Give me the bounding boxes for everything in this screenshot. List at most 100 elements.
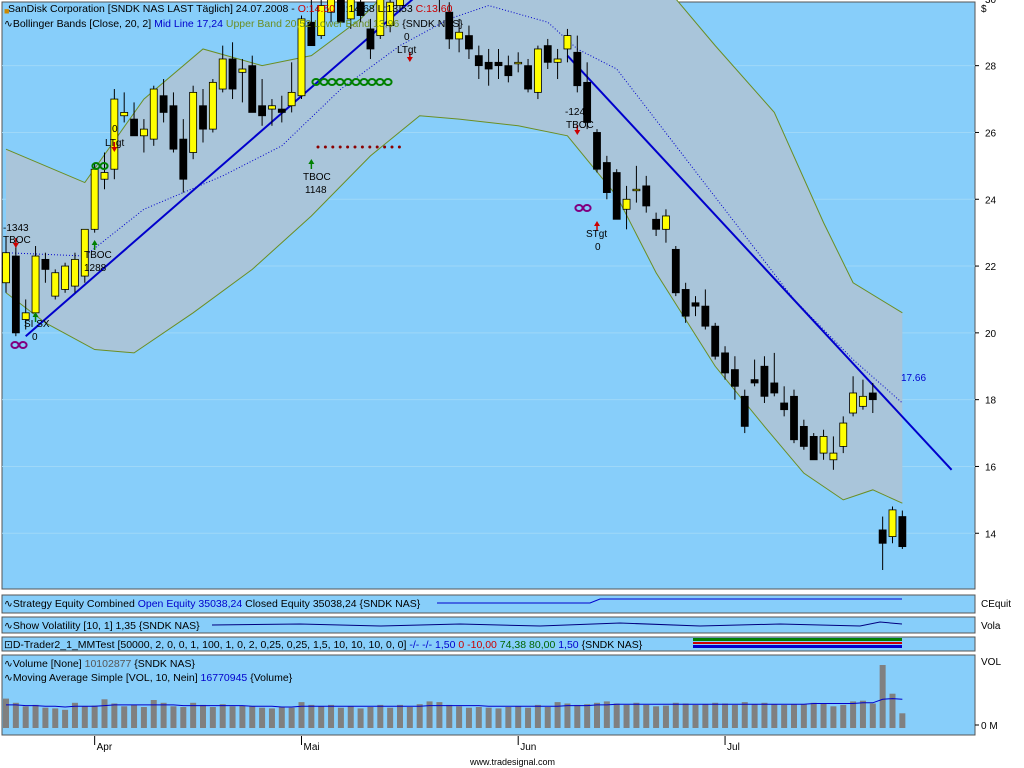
volume-bar-5 <box>52 708 59 728</box>
ytick-label-22: 22 <box>985 262 997 273</box>
candle-20 <box>199 105 207 130</box>
candle-72 <box>711 325 720 357</box>
candle-53 <box>524 65 532 90</box>
ann-tboc2-value: 1288 <box>84 263 107 274</box>
candle-49 <box>484 61 493 70</box>
candle-9 <box>90 168 99 230</box>
candle-79 <box>780 402 789 411</box>
candle-37 <box>366 28 375 50</box>
volume-bar-63 <box>623 704 630 728</box>
ytick-label-18: 18 <box>985 396 997 407</box>
volume-bar-37 <box>367 707 374 728</box>
volume-bar-13 <box>131 704 138 728</box>
volume-bar-29 <box>288 707 295 728</box>
equity-axis-label: CEquit <box>981 599 1011 610</box>
volume-bar-75 <box>741 702 748 728</box>
volume-bar-40 <box>397 704 403 728</box>
candle-70 <box>691 302 700 307</box>
volume-bar-31 <box>308 704 315 728</box>
volume-bar-71 <box>702 704 709 728</box>
footer-url: www.tradesignal.com <box>469 757 555 767</box>
month-label-Jul: Jul <box>727 742 740 753</box>
volume-bar-89 <box>879 665 886 728</box>
candle-4 <box>41 258 50 270</box>
candle-15 <box>149 88 158 140</box>
volume-bar-33 <box>328 704 335 728</box>
volume-bar-76 <box>751 704 758 728</box>
month-label-Jun: Jun <box>520 742 536 753</box>
volume-bar-41 <box>406 707 413 728</box>
stop-dot-4 <box>346 145 350 149</box>
candle-51 <box>504 65 513 77</box>
ann-stgt: STgt <box>586 229 607 240</box>
volume-bar-20 <box>200 704 206 728</box>
stop-dot-1 <box>323 145 327 149</box>
volume-bar-48 <box>475 707 482 728</box>
volume-bar-22 <box>219 704 226 728</box>
candle-10 <box>100 172 109 180</box>
volume-bar-36 <box>357 708 364 728</box>
volume-bar-64 <box>633 702 640 728</box>
volume-bar-91 <box>899 713 906 728</box>
volume-bar-74 <box>731 704 738 728</box>
volume-bar-51 <box>505 707 512 728</box>
volume-bar-84 <box>830 706 837 728</box>
candle-27 <box>268 105 276 110</box>
candle-61 <box>602 162 611 193</box>
candle-89 <box>878 529 887 544</box>
volume-bar-57 <box>564 703 571 728</box>
stop-dot-6 <box>360 145 364 149</box>
candle-24 <box>238 68 247 73</box>
volume-bar-28 <box>278 707 285 728</box>
ann-ltgt1: LTgt <box>105 138 124 149</box>
volume-bar-53 <box>525 707 532 728</box>
stop-dot-10 <box>390 145 394 149</box>
volume-bar-0 <box>3 698 9 728</box>
candle-22 <box>218 58 227 90</box>
candle-90 <box>888 509 897 538</box>
volume-bar-50 <box>495 708 502 728</box>
candle-77 <box>760 365 769 397</box>
candle-47 <box>465 35 473 50</box>
volume-bar-23 <box>229 706 236 728</box>
candle-75 <box>740 395 749 427</box>
stop-dot-3 <box>338 145 342 149</box>
volume-bar-2 <box>22 706 29 728</box>
ytick-label-14: 14 <box>985 529 997 540</box>
candle-50 <box>494 61 503 67</box>
volume-bar-59 <box>584 704 591 728</box>
candle-48 <box>474 55 483 67</box>
candle-62 <box>612 172 621 220</box>
volume-axis-bottom: 0 M <box>981 721 998 732</box>
currency-label: $ <box>981 4 987 15</box>
ann-tboc2: TBOC <box>84 250 112 261</box>
volume-bar-25 <box>249 706 256 728</box>
volatility-label: ∿Show Volatility [10, 1] 1,35 {SNDK NAS} <box>4 620 200 632</box>
volume-bar-24 <box>239 705 246 728</box>
volume-bar-65 <box>643 704 650 728</box>
candle-18 <box>179 138 188 180</box>
candle-58 <box>573 51 582 87</box>
header-line-2: ∿Bollinger Bands [Close, 20, 2] Mid Line… <box>4 18 463 30</box>
candle-17 <box>169 105 178 150</box>
candle-73 <box>721 352 729 374</box>
volume-bar-39 <box>387 707 394 728</box>
chart: 1416182022242628303234 SanDisk Corporati… <box>1 0 1011 767</box>
trader-label: ⊡D-Trader2_1_MMTest [50000, 2, 0, 0, 1, … <box>4 639 643 651</box>
candle-16 <box>159 95 168 113</box>
volume-axis-top: VOL <box>981 657 1001 668</box>
volume-bar-27 <box>268 708 275 728</box>
volume-bar-85 <box>840 704 847 728</box>
stop-dot-8 <box>375 145 379 149</box>
volume-bar-45 <box>446 704 453 728</box>
stop-dot-11 <box>397 145 401 149</box>
ann-ltgt1-value: 0 <box>112 124 118 135</box>
candle-67 <box>662 215 670 230</box>
stop-dot-0 <box>316 145 320 149</box>
volume-bar-78 <box>771 704 778 728</box>
candle-19 <box>189 91 198 153</box>
volume-bar-88 <box>869 703 876 728</box>
volume-bar-67 <box>662 705 669 728</box>
volatility-axis-label: Vola <box>981 621 1001 632</box>
ann-ltgt2: LTgt <box>397 45 416 56</box>
